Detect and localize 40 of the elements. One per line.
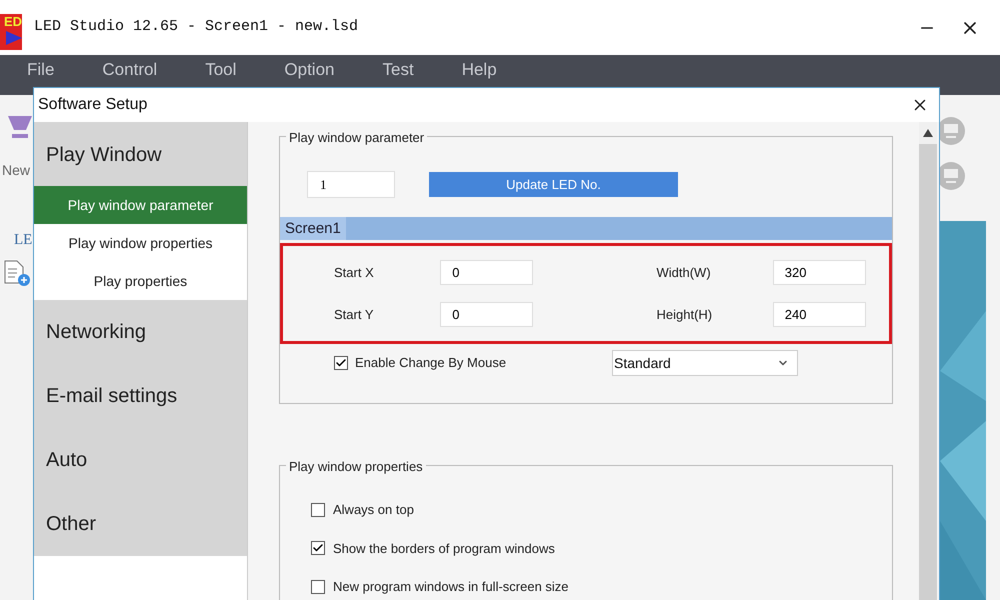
update-led-button[interactable]: Update LED No.: [429, 172, 678, 197]
checkbox[interactable]: [311, 541, 325, 556]
nav-item[interactable]: Networking: [34, 300, 247, 364]
field-label: Start Y: [334, 306, 375, 324]
menu-item[interactable]: Tool: [205, 59, 236, 81]
menu-item[interactable]: Control: [102, 59, 158, 81]
menu-item[interactable]: Test: [382, 59, 414, 81]
number-field[interactable]: 320: [772, 260, 866, 285]
scroll-up-icon[interactable]: [923, 129, 933, 137]
number-field[interactable]: 0: [440, 302, 534, 327]
tab-label[interactable]: LE: [0, 229, 32, 252]
toolbar-label: New: [1, 161, 32, 180]
mode-dropdown[interactable]: Standard: [612, 350, 798, 376]
checkbox-label: New program windows in full-screen size: [333, 578, 569, 596]
led-number-field[interactable]: 1: [307, 171, 395, 198]
dialog-title: Software Setup: [38, 95, 148, 115]
nav-item[interactable]: Play window parameter: [34, 186, 247, 224]
field-label: Height(H): [656, 306, 714, 324]
checkbox[interactable]: [311, 502, 325, 517]
checkbox[interactable]: [311, 580, 325, 594]
checkbox-label: Enable Change By Mouse: [355, 354, 506, 372]
field-label: Width(W): [656, 264, 712, 282]
menu-item[interactable]: Option: [284, 59, 334, 81]
checkbox[interactable]: [334, 356, 348, 370]
field-label: Start X: [334, 264, 375, 282]
app-logo: ED: [0, 14, 22, 50]
window-title: LED Studio 12.65 - Screen1 - new.lsd: [34, 17, 358, 38]
nav-item[interactable]: Other: [34, 492, 247, 556]
checkbox-label: Show the borders of program windows: [333, 540, 555, 558]
scrollbar[interactable]: [919, 122, 937, 600]
screen-tab[interactable]: Screen1: [280, 217, 346, 240]
document-add-icon[interactable]: [3, 259, 31, 287]
checkbox-label: Always on top: [333, 501, 414, 519]
nav-item[interactable]: E-mail settings: [34, 364, 247, 428]
nav-item[interactable]: Auto: [34, 428, 247, 492]
number-field[interactable]: 240: [772, 302, 866, 327]
nav-item[interactable]: Play Window: [34, 122, 247, 186]
menu-item[interactable]: Help: [462, 59, 497, 81]
number-field[interactable]: 0: [440, 260, 534, 285]
menu-item[interactable]: File: [27, 59, 54, 81]
